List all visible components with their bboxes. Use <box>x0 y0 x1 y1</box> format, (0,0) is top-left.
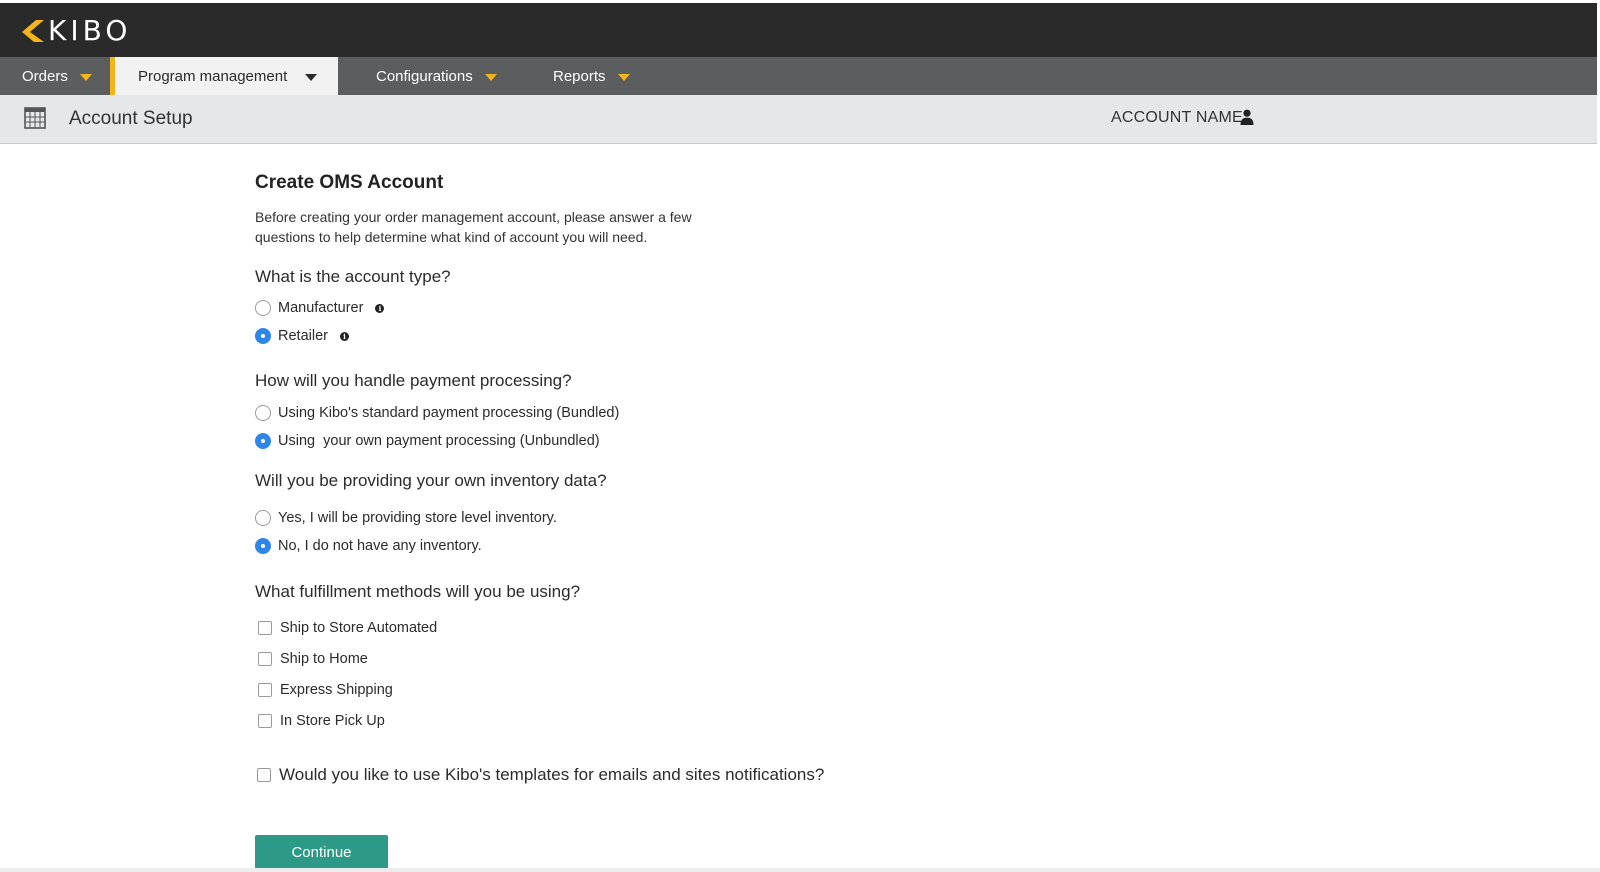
checkbox-kibo-templates-label: Would you like to use Kibo's templates f… <box>279 765 825 784</box>
nav-program-management[interactable]: Program management <box>110 57 338 95</box>
radio-button-checked[interactable] <box>255 328 271 344</box>
chevron-down-icon <box>617 73 630 81</box>
radio-button-checked[interactable] <box>255 538 271 554</box>
checkbox-in-store-pickup-label: In Store Pick Up <box>280 713 385 729</box>
nav-reports-label: Reports <box>553 67 606 85</box>
info-icon[interactable]: i <box>339 331 349 341</box>
calendar-grid-icon <box>24 107 46 129</box>
checkbox-ship-to-store[interactable]: Ship to Store Automated <box>255 620 437 636</box>
checkbox[interactable] <box>258 652 272 666</box>
page-title: Account Setup <box>69 108 193 129</box>
radio-retailer[interactable]: Retailer i <box>255 328 349 344</box>
nav-configurations-label: Configurations <box>376 67 473 85</box>
fulfillment-question: What fulfillment methods will you be usi… <box>255 582 581 601</box>
continue-button[interactable]: Continue <box>255 835 388 869</box>
checkbox-ship-to-home[interactable]: Ship to Home <box>255 651 368 667</box>
nav-orders-label: Orders <box>22 67 68 85</box>
radio-button[interactable] <box>255 300 271 316</box>
radio-inventory-no-label: No, I do not have any inventory. <box>278 538 482 554</box>
account-setup-form: Create OMS Account Before creating your … <box>255 170 955 869</box>
checkbox[interactable] <box>258 683 272 697</box>
radio-button-checked[interactable] <box>255 433 271 449</box>
window-bottom-edge <box>0 868 1600 872</box>
user-icon[interactable] <box>1240 109 1254 125</box>
radio-manufacturer-label: Manufacturer <box>278 300 364 316</box>
page-header: Account Setup ACCOUNT NAME <box>0 95 1597 144</box>
account-name[interactable]: ACCOUNT NAME <box>1111 109 1243 127</box>
radio-payment-bundled-label: Using Kibo's standard payment processing… <box>278 405 620 421</box>
nav-program-management-label: Program management <box>138 67 288 85</box>
checkbox[interactable] <box>258 621 272 635</box>
radio-inventory-no[interactable]: No, I do not have any inventory. <box>255 538 482 554</box>
info-icon[interactable]: i <box>375 303 385 313</box>
radio-button[interactable] <box>255 405 271 421</box>
radio-retailer-label: Retailer <box>278 328 328 344</box>
nav-reports[interactable]: Reports <box>553 57 630 95</box>
checkbox-express-shipping-label: Express Shipping <box>280 682 393 698</box>
radio-payment-bundled[interactable]: Using Kibo's standard payment processing… <box>255 405 619 421</box>
chevron-down-icon <box>484 73 497 81</box>
kibo-logo-icon <box>22 20 44 42</box>
radio-manufacturer[interactable]: Manufacturer i <box>255 300 385 316</box>
inventory-question: Will you be providing your own inventory… <box>255 471 607 490</box>
form-intro: Before creating your order management ac… <box>255 209 692 245</box>
chevron-down-icon <box>79 73 92 81</box>
form-title: Create OMS Account <box>255 172 444 193</box>
nav-configurations[interactable]: Configurations <box>376 57 497 95</box>
checkbox-in-store-pickup[interactable]: In Store Pick Up <box>255 713 385 729</box>
kibo-logo[interactable]: KIBO <box>22 14 132 47</box>
checkbox[interactable] <box>257 768 271 782</box>
checkbox-kibo-templates[interactable]: Would you like to use Kibo's templates f… <box>255 765 824 785</box>
checkbox-ship-to-home-label: Ship to Home <box>280 651 368 667</box>
checkbox-express-shipping[interactable]: Express Shipping <box>255 682 393 698</box>
main-nav: Orders Program management Configurations… <box>0 57 1597 95</box>
radio-inventory-yes[interactable]: Yes, I will be providing store level inv… <box>255 510 557 526</box>
checkbox[interactable] <box>258 714 272 728</box>
radio-payment-unbundled[interactable]: Using your own payment processing (Unbun… <box>255 433 600 449</box>
radio-inventory-yes-label: Yes, I will be providing store level inv… <box>278 510 557 526</box>
account-type-question: What is the account type? <box>255 267 451 286</box>
chevron-down-icon <box>305 73 318 81</box>
logo-text: KIBO <box>48 14 132 47</box>
radio-payment-unbundled-label: Using your own payment processing (Unbun… <box>278 433 600 449</box>
top-bar: KIBO <box>0 0 1597 57</box>
radio-button[interactable] <box>255 510 271 526</box>
nav-orders[interactable]: Orders <box>22 57 92 95</box>
payment-question: How will you handle payment processing? <box>255 371 572 390</box>
checkbox-ship-to-store-label: Ship to Store Automated <box>280 620 438 636</box>
